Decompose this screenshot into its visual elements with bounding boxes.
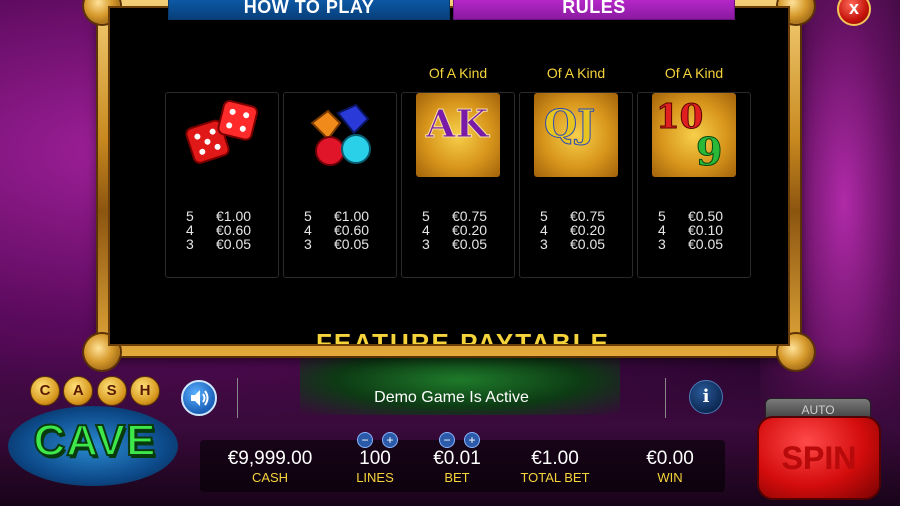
info-icon[interactable]: i [689,380,723,414]
payout-value: €0.10 [688,222,724,238]
logo-coin: C [30,376,60,406]
payout-count: 5 [540,208,548,224]
payout-list: 5 €0.75 4 €0.20 3 €0.05 [422,209,512,251]
payout-count: 3 [658,236,666,252]
queen-jack-icon: QJ [534,93,618,177]
payout-list: 5 €0.75 4 €0.20 3 €0.05 [540,209,630,251]
win-meter: €0.00 WIN [620,448,720,486]
tab-rules[interactable]: RULES [453,0,735,20]
spin-control: AUTO SPIN [757,398,881,500]
lines-meter: 100 LINES [340,448,410,486]
symbol-nine: 9 [695,129,723,175]
payout-count: 4 [658,222,666,238]
payout-list: 5 €1.00 4 €0.60 3 €0.05 [186,209,276,251]
payout-list: 5 €0.50 4 €0.10 3 €0.05 [658,209,748,251]
payout-value: €0.50 [688,208,724,224]
spin-label: SPIN [781,440,857,476]
total-bet-value: €1.00 [531,448,579,469]
logo-word: CAVE [33,415,157,466]
payout-count: 5 [658,208,666,224]
payout-value: €0.05 [216,236,252,252]
payout-value: €0.60 [334,222,370,238]
payout-count: 4 [304,222,312,238]
ten-nine-icon: 10 9 [652,93,736,177]
payout-value: €0.20 [570,222,606,238]
lines-increase-button[interactable]: + [382,432,398,448]
payout-value: €0.05 [452,236,488,252]
paytable-panel: 5 €1.00 4 €0.60 3 €0.05 5 €1.00 4 €0.60 3 €0.0… [108,6,790,346]
payout-count: 5 [186,208,194,224]
logo-coin: S [96,376,127,406]
speaker-icon[interactable] [181,380,217,416]
payout-count: 3 [422,236,430,252]
logo-coins: C A S H [30,376,160,414]
card-header: Of A Kind [546,65,606,81]
win-value: €0.00 [646,448,694,469]
payout-count: 4 [186,222,194,238]
gems-icon [298,93,382,177]
spin-button[interactable]: SPIN [757,416,881,500]
total-bet-label: TOTAL BET [520,470,590,485]
lines-value: 100 [359,448,391,469]
ace-king-icon: AK [416,93,500,177]
payout-list: 5 €1.00 4 €0.60 3 €0.05 [304,209,394,251]
bet-increase-button[interactable]: + [464,432,480,448]
payout-count: 5 [422,208,430,224]
symbol-letters: AK [426,101,490,147]
payout-value: €0.05 [334,236,370,252]
card-header: Of A Kind [428,65,488,81]
dice-icon [180,93,264,177]
card-header: Of A Kind [664,65,724,81]
payout-count: 4 [540,222,548,238]
payout-count: 5 [304,208,312,224]
payout-count: 3 [540,236,548,252]
symbol-letters: QJ [543,101,596,147]
lines-decrease-button[interactable]: − [357,432,373,448]
payout-value: €0.75 [452,208,488,224]
payout-value: €0.75 [570,208,606,224]
status-message: Demo Game Is Active [237,378,666,418]
paytable-card-dice: 5 €1.00 4 €0.60 3 €0.05 [165,92,279,278]
logo-coin: H [129,376,160,406]
game-logo: C A S H CAVE [8,376,178,496]
bet-value: €0.01 [433,448,481,469]
win-label: WIN [657,470,683,485]
cash-meter: €9,999.00 CASH [220,448,320,486]
bet-label: BET [444,470,470,485]
rules-window: 5 €1.00 4 €0.60 3 €0.05 5 €1.00 4 €0.60 3 €0.0… [84,0,871,370]
payout-value: €0.05 [688,236,724,252]
paytable-card-ten-nine: Of A Kind 10 9 5 €0.50 4 €0.10 3 €0.05 [637,65,751,278]
tab-how-to-play[interactable]: HOW TO PLAY [168,0,450,20]
payout-count: 4 [422,222,430,238]
paytable-card-ace-king: Of A Kind AK 5 €0.75 4 €0.20 3 €0.05 [401,65,515,278]
bet-decrease-button[interactable]: − [439,432,455,448]
payout-value: €0.60 [216,222,252,238]
payout-count: 3 [186,236,194,252]
cash-value: €9,999.00 [227,448,313,469]
payout-count: 3 [304,236,312,252]
paytable-card-queen-jack: Of A Kind QJ 5 €0.75 4 €0.20 3 €0.05 [519,65,633,278]
payout-value: €0.05 [570,236,606,252]
feature-paytable-title: FEATURE PAYTABLE [316,328,610,346]
payout-value: €1.00 [334,208,370,224]
lines-label: LINES [356,470,394,485]
cash-label: CASH [251,470,289,485]
payout-value: €1.00 [216,208,252,224]
meters-panel: €9,999.00 CASH 100 LINES €0.01 BET €1.00… [200,440,725,492]
total-bet-meter: €1.00 TOTAL BET [505,448,605,486]
bet-meter: €0.01 BET [422,448,492,486]
logo-coin: A [63,376,94,406]
payout-value: €0.20 [452,222,488,238]
paytable-card-gems: 5 €1.00 4 €0.60 3 €0.05 [283,92,397,278]
